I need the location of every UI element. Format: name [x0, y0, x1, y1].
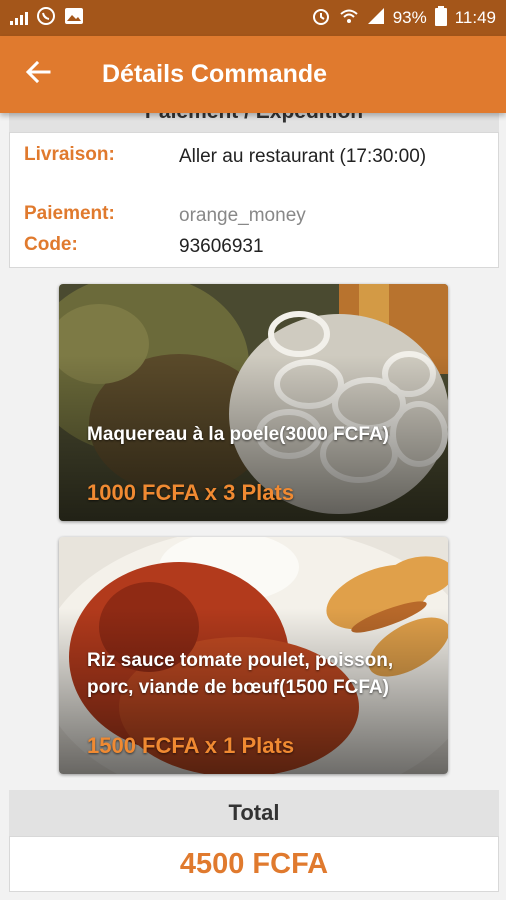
- clock: 11:49: [454, 8, 496, 27]
- battery-icon: [434, 5, 447, 31]
- order-info-card: Livraison: Aller au restaurant (17:30:00…: [9, 132, 499, 268]
- delivery-value: Aller au restaurant (17:30:00): [179, 146, 427, 167]
- dish-price: 1500 FCFA x 1 Plats: [87, 733, 295, 758]
- cell-signal-icon: [367, 7, 385, 30]
- arrow-left-icon: [25, 58, 51, 92]
- whatsapp-icon: [36, 6, 56, 31]
- wifi-icon: [339, 7, 359, 30]
- status-bar-left: [10, 6, 84, 31]
- dish-name: Riz sauce tomate poulet, poisson, porc, …: [87, 650, 394, 698]
- status-bar-right: 93% 11:49: [311, 5, 496, 31]
- image-icon: [64, 7, 84, 30]
- code-label: Code:: [24, 234, 78, 255]
- delivery-label: Livraison:: [24, 144, 115, 165]
- dish-price: 1000 FCFA x 3 Plats: [87, 480, 295, 505]
- status-bar: 93% 11:49: [0, 0, 506, 36]
- dish-card[interactable]: Maquereau à la poele(3000 FCFA) 1000 FCF…: [59, 284, 448, 521]
- battery-percent: 93%: [392, 8, 427, 27]
- dish-card[interactable]: Riz sauce tomate poulet, poisson, porc, …: [59, 537, 448, 774]
- code-value: 93606931: [179, 236, 264, 257]
- alarm-icon: [311, 6, 331, 31]
- dish-name: Maquereau à la poele(3000 FCFA): [87, 424, 389, 445]
- payment-value: orange_money: [179, 205, 306, 226]
- total-label: Total: [9, 790, 499, 836]
- page-title: Détails Commande: [102, 60, 328, 88]
- payment-label: Paiement:: [24, 203, 115, 224]
- signal-meter-icon: [10, 11, 28, 25]
- total-value: 4500 FCFA: [9, 836, 499, 892]
- app-bar: Détails Commande: [0, 36, 506, 113]
- back-button[interactable]: [0, 36, 76, 113]
